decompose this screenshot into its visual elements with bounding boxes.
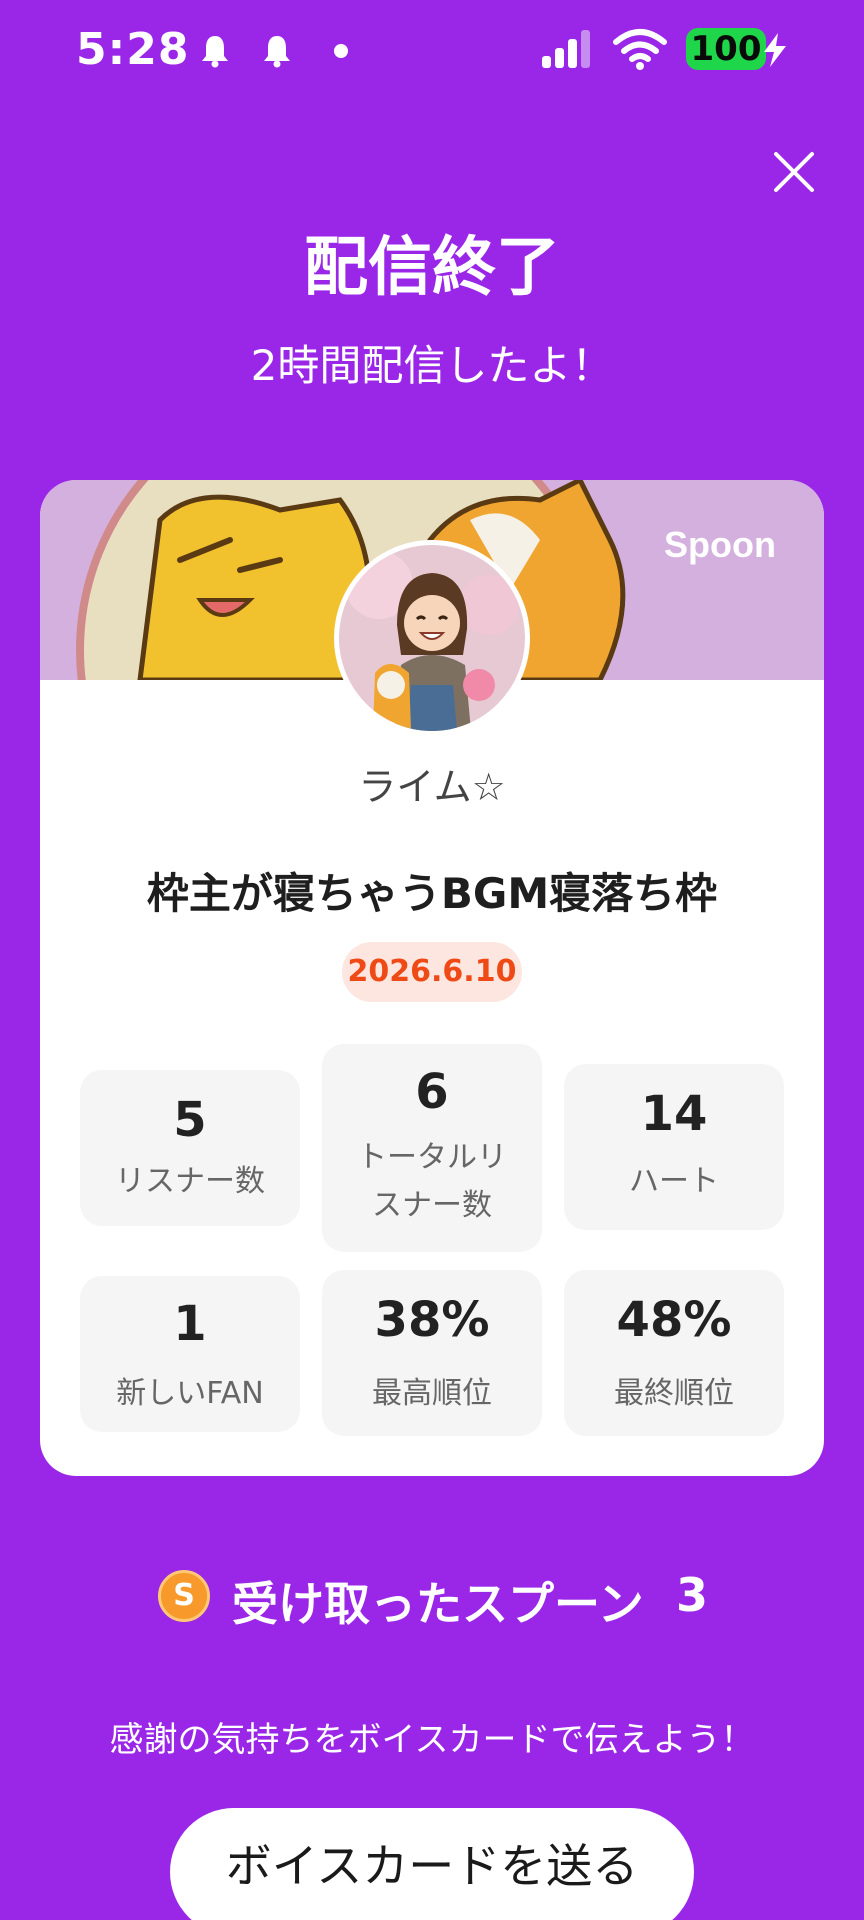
status-time: 5:28 <box>76 24 190 75</box>
stat-new-fans: 1 新しいFAN <box>80 1276 300 1432</box>
date-badge: 2026.6.10 <box>342 942 522 1002</box>
live-title: 枠主が寝ちゃうBGM寝落ち枠 <box>146 869 718 918</box>
cellular-signal-icon <box>542 30 590 68</box>
spoon-coin-icon: S <box>158 1570 210 1622</box>
send-voice-card-button[interactable]: ボイスカードを送る <box>170 1808 694 1920</box>
page-title: 配信終了 <box>304 231 560 305</box>
stat-label: ハート <box>629 1164 719 1199</box>
stat-label: 最高順位 <box>372 1376 492 1411</box>
spoons-received: S 受け取ったスプーン 3 <box>0 1564 864 1631</box>
thanks-message: 感謝の気持ちをボイスカードで伝えよう！ <box>109 1720 755 1760</box>
subtitle: 2時間配信したよ！ <box>250 341 614 390</box>
username: ライム☆ <box>358 765 506 809</box>
wifi-icon <box>613 29 667 70</box>
stat-final-rank: 48% 最終順位 <box>564 1270 784 1436</box>
stat-total-listeners: 6 トータルリスナー数 <box>322 1044 542 1252</box>
stat-label: トータルリスナー数 <box>357 1140 507 1223</box>
stat-value: 5 <box>173 1092 207 1148</box>
brand-logo: Spoon <box>664 524 776 565</box>
stat-value: 1 <box>173 1296 207 1352</box>
spoons-label: 受け取ったスプーン <box>232 1577 644 1631</box>
battery-level: 100 <box>690 29 762 69</box>
stat-listeners: 5 リスナー数 <box>80 1070 300 1226</box>
avatar[interactable] <box>334 540 530 736</box>
close-icon[interactable] <box>770 148 818 196</box>
dot-icon <box>334 44 348 58</box>
spoons-count: 3 <box>676 1568 709 1622</box>
stat-value: 6 <box>415 1064 449 1120</box>
charging-bolt-icon <box>764 33 786 67</box>
notification-bell-icon <box>202 36 228 68</box>
status-bar: 5:28 100 <box>0 0 864 100</box>
stat-value: 38% <box>374 1292 490 1348</box>
stat-label: リスナー数 <box>115 1164 265 1199</box>
notification-bell-icon <box>264 36 290 68</box>
stat-value: 48% <box>616 1292 732 1348</box>
stat-highest-rank: 38% 最高順位 <box>322 1270 542 1436</box>
broadcast-summary-card: Spoon ライム☆ 枠主が寝ちゃうBGM寝落ち枠 2026.6.10 5 リス… <box>40 480 824 1476</box>
avatar-image <box>339 545 525 731</box>
stat-value: 14 <box>640 1086 708 1142</box>
stat-label: 新しいFAN <box>116 1376 264 1411</box>
stat-hearts: 14 ハート <box>564 1064 784 1230</box>
battery-icon: 100 <box>686 28 766 70</box>
stat-label: 最終順位 <box>614 1376 734 1411</box>
